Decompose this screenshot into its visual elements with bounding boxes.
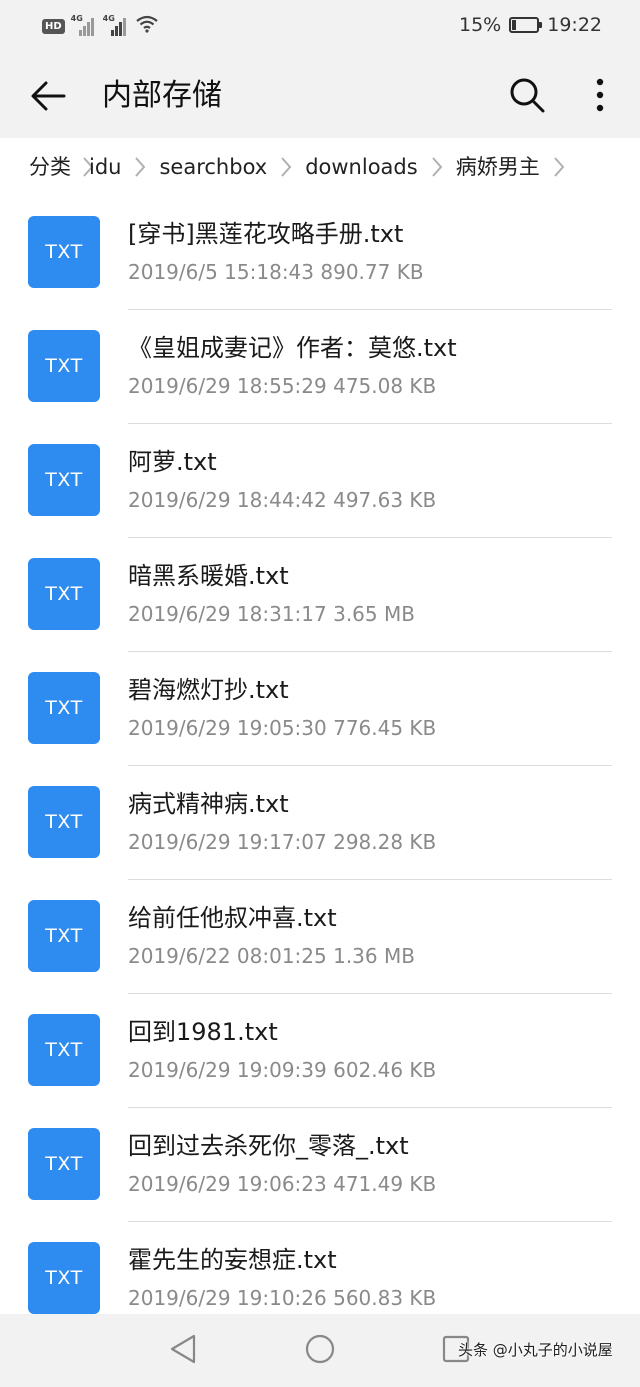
arrow-left-icon xyxy=(30,80,66,116)
breadcrumb-item-category[interactable]: 分类 xyxy=(29,138,71,196)
txt-file-icon: TXT xyxy=(28,1014,100,1086)
network-type-1: 4G xyxy=(70,14,83,23)
chevron-right-icon xyxy=(418,138,456,196)
txt-file-icon: TXT xyxy=(28,444,100,516)
file-row[interactable]: TXT 给前任他叔冲喜.txt 2019/6/22 08:01:25 1.36 … xyxy=(0,880,640,994)
status-left: HD 4G 4G xyxy=(42,14,159,38)
file-row[interactable]: TXT 回到过去杀死你_零落_.txt 2019/6/29 19:06:23 4… xyxy=(0,1108,640,1222)
breadcrumb-item-downloads[interactable]: downloads xyxy=(305,138,418,196)
app-bar: 内部存储 xyxy=(0,52,640,138)
status-bar: HD 4G 4G 15% 19:22 xyxy=(0,0,640,52)
txt-file-icon: TXT xyxy=(28,1128,100,1200)
file-name: 碧海燃灯抄.txt xyxy=(128,676,289,704)
clock: 19:22 xyxy=(547,14,602,36)
breadcrumb-item-current[interactable]: 病娇男主 xyxy=(456,138,540,196)
breadcrumb-item-baidu[interactable]: idu xyxy=(89,138,121,196)
wifi-icon xyxy=(135,14,159,38)
txt-file-icon: TXT xyxy=(28,216,100,288)
search-icon xyxy=(508,76,546,118)
back-button[interactable] xyxy=(26,76,70,120)
txt-file-icon: TXT xyxy=(28,330,100,402)
file-meta: 2019/6/29 19:10:26 560.83 KB xyxy=(128,1286,437,1310)
file-name: 回到1981.txt xyxy=(128,1018,278,1046)
breadcrumb-item-searchbox[interactable]: searchbox xyxy=(159,138,267,196)
file-name: 霍先生的妄想症.txt xyxy=(128,1246,337,1274)
network-type-2: 4G xyxy=(102,14,115,23)
txt-file-icon: TXT xyxy=(28,900,100,972)
battery-percent: 15% xyxy=(459,14,502,36)
signal-icon-1: 4G xyxy=(70,14,97,36)
file-meta: 2019/6/22 08:01:25 1.36 MB xyxy=(128,944,415,968)
file-row[interactable]: TXT 霍先生的妄想症.txt 2019/6/29 19:10:26 560.8… xyxy=(0,1222,640,1314)
txt-file-icon: TXT xyxy=(28,558,100,630)
file-meta: 2019/6/29 19:17:07 298.28 KB xyxy=(128,830,437,854)
file-row[interactable]: TXT 碧海燃灯抄.txt 2019/6/29 19:05:30 776.45 … xyxy=(0,652,640,766)
file-list: TXT [穿书]黑莲花攻略手册.txt 2019/6/5 15:18:43 89… xyxy=(0,196,640,1314)
file-name: 阿萝.txt xyxy=(128,448,217,476)
watermark: 头条 @小丸子的小说屋 xyxy=(458,1341,613,1359)
nav-home-button[interactable] xyxy=(301,1332,339,1370)
file-name: 《皇姐成妻记》作者：莫悠.txt xyxy=(128,334,457,362)
file-meta: 2019/6/29 19:05:30 776.45 KB xyxy=(128,716,437,740)
file-row[interactable]: TXT 暗黑系暖婚.txt 2019/6/29 18:31:17 3.65 MB xyxy=(0,538,640,652)
file-row[interactable]: TXT 阿萝.txt 2019/6/29 18:44:42 497.63 KB xyxy=(0,424,640,538)
file-meta: 2019/6/29 19:09:39 602.46 KB xyxy=(128,1058,437,1082)
file-meta: 2019/6/29 19:06:23 471.49 KB xyxy=(128,1172,437,1196)
page-title: 内部存储 xyxy=(102,78,222,113)
nav-back-button[interactable] xyxy=(164,1332,202,1370)
file-name: 病式精神病.txt xyxy=(128,790,289,818)
chevron-right-icon xyxy=(540,138,578,196)
file-row[interactable]: TXT 《皇姐成妻记》作者：莫悠.txt 2019/6/29 18:55:29 … xyxy=(0,310,640,424)
txt-file-icon: TXT xyxy=(28,672,100,744)
file-name: 给前任他叔冲喜.txt xyxy=(128,904,337,932)
file-row[interactable]: TXT [穿书]黑莲花攻略手册.txt 2019/6/5 15:18:43 89… xyxy=(0,196,640,310)
file-name: [穿书]黑莲花攻略手册.txt xyxy=(128,220,404,248)
chevron-right-icon xyxy=(267,138,305,196)
file-meta: 2019/6/29 18:55:29 475.08 KB xyxy=(128,374,437,398)
circle-home-icon xyxy=(304,1333,336,1369)
battery-fill xyxy=(512,20,517,30)
file-name: 回到过去杀死你_零落_.txt xyxy=(128,1132,409,1160)
file-meta: 2019/6/29 18:44:42 497.63 KB xyxy=(128,488,437,512)
file-row[interactable]: TXT 病式精神病.txt 2019/6/29 19:17:07 298.28 … xyxy=(0,766,640,880)
breadcrumb: 分类 idu searchbox downloads 病娇男主 xyxy=(0,138,640,196)
breadcrumb-track: 分类 idu searchbox downloads 病娇男主 xyxy=(29,138,578,196)
more-vertical-icon xyxy=(596,78,604,116)
hd-badge: HD xyxy=(42,18,65,34)
signal-icon-2: 4G xyxy=(102,14,129,36)
file-meta: 2019/6/5 15:18:43 890.77 KB xyxy=(128,260,424,284)
status-right: 15% 19:22 xyxy=(459,14,602,36)
file-meta: 2019/6/29 18:31:17 3.65 MB xyxy=(128,602,415,626)
search-button[interactable] xyxy=(504,74,550,120)
battery-icon xyxy=(509,17,543,33)
txt-file-icon: TXT xyxy=(28,786,100,858)
chevron-right-icon xyxy=(121,138,159,196)
more-options-button[interactable] xyxy=(582,74,618,120)
file-name: 暗黑系暖婚.txt xyxy=(128,562,289,590)
file-row[interactable]: TXT 回到1981.txt 2019/6/29 19:09:39 602.46… xyxy=(0,994,640,1108)
txt-file-icon: TXT xyxy=(28,1242,100,1314)
triangle-back-icon xyxy=(168,1333,198,1369)
